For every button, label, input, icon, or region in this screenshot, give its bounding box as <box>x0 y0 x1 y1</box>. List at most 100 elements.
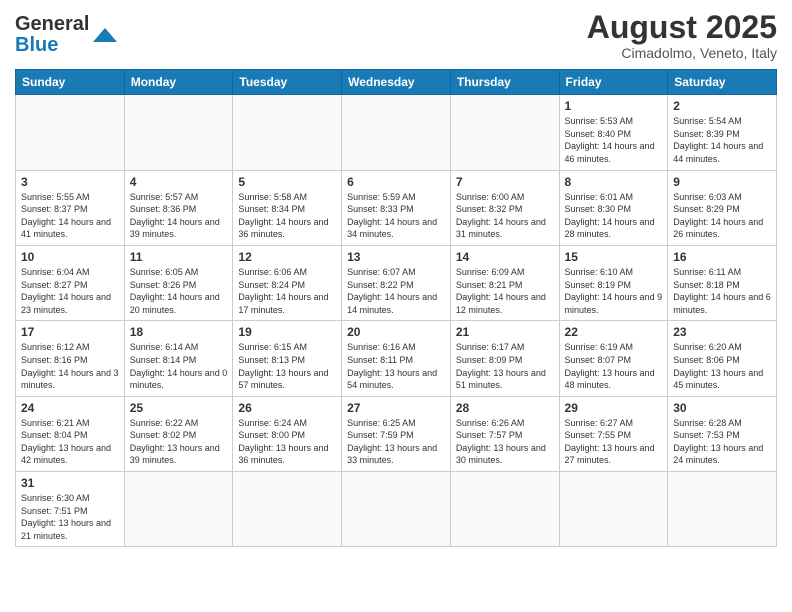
week-row-2: 3 Sunrise: 5:55 AM Sunset: 8:37 PM Daylig… <box>16 170 777 245</box>
day-number: 21 <box>456 325 554 339</box>
day-header-saturday: Saturday <box>668 70 777 95</box>
day-info: Sunrise: 6:04 AM Sunset: 8:27 PM Dayligh… <box>21 266 119 316</box>
day-info: Sunrise: 6:12 AM Sunset: 8:16 PM Dayligh… <box>21 341 119 391</box>
calendar-cell: 10 Sunrise: 6:04 AM Sunset: 8:27 PM Dayli… <box>16 245 125 320</box>
week-row-6: 31 Sunrise: 6:30 AM Sunset: 7:51 PM Dayli… <box>16 472 777 547</box>
day-number: 3 <box>21 175 119 189</box>
calendar-cell <box>342 95 451 170</box>
location-subtitle: Cimadolmo, Veneto, Italy <box>587 45 777 61</box>
day-header-tuesday: Tuesday <box>233 70 342 95</box>
calendar-cell <box>124 95 233 170</box>
day-header-friday: Friday <box>559 70 668 95</box>
calendar-cell: 30Sunrise: 6:28 AM Sunset: 7:53 PM Dayli… <box>668 396 777 471</box>
day-number: 7 <box>456 175 554 189</box>
calendar-cell <box>450 95 559 170</box>
day-info: Sunrise: 5:55 AM Sunset: 8:37 PM Dayligh… <box>21 191 119 241</box>
calendar-cell: 26 Sunrise: 6:24 AM Sunset: 8:00 PM Dayli… <box>233 396 342 471</box>
day-number: 2 <box>673 99 771 113</box>
day-number: 31 <box>21 476 119 490</box>
day-header-sunday: Sunday <box>16 70 125 95</box>
calendar-cell: 2Sunrise: 5:54 AM Sunset: 8:39 PM Daylig… <box>668 95 777 170</box>
calendar-page: General Blue August 2025 Cimadolmo, Vene… <box>0 0 792 557</box>
day-number: 13 <box>347 250 445 264</box>
day-number: 22 <box>565 325 663 339</box>
calendar-cell: 5 Sunrise: 5:58 AM Sunset: 8:34 PM Daylig… <box>233 170 342 245</box>
day-info: Sunrise: 6:24 AM Sunset: 8:00 PM Dayligh… <box>238 417 336 467</box>
day-number: 11 <box>130 250 228 264</box>
day-number: 23 <box>673 325 771 339</box>
day-info: Sunrise: 6:19 AM Sunset: 8:07 PM Dayligh… <box>565 341 663 391</box>
day-number: 24 <box>21 401 119 415</box>
calendar-cell: 17 Sunrise: 6:12 AM Sunset: 8:16 PM Dayli… <box>16 321 125 396</box>
day-number: 16 <box>673 250 771 264</box>
calendar-cell <box>668 472 777 547</box>
day-number: 27 <box>347 401 445 415</box>
day-info: Sunrise: 6:26 AM Sunset: 7:57 PM Dayligh… <box>456 417 554 467</box>
calendar-cell: 24 Sunrise: 6:21 AM Sunset: 8:04 PM Dayli… <box>16 396 125 471</box>
month-year-title: August 2025 <box>587 10 777 45</box>
day-info: Sunrise: 6:21 AM Sunset: 8:04 PM Dayligh… <box>21 417 119 467</box>
calendar-cell <box>233 95 342 170</box>
calendar-cell <box>233 472 342 547</box>
calendar-cell: 29 Sunrise: 6:27 AM Sunset: 7:55 PM Dayli… <box>559 396 668 471</box>
day-number: 6 <box>347 175 445 189</box>
day-info: Sunrise: 6:30 AM Sunset: 7:51 PM Dayligh… <box>21 492 119 542</box>
logo-icon <box>91 26 119 44</box>
day-number: 15 <box>565 250 663 264</box>
day-number: 26 <box>238 401 336 415</box>
day-number: 18 <box>130 325 228 339</box>
day-info: Sunrise: 6:28 AM Sunset: 7:53 PM Dayligh… <box>673 417 771 467</box>
calendar-cell: 28 Sunrise: 6:26 AM Sunset: 7:57 PM Dayli… <box>450 396 559 471</box>
calendar-cell: 3 Sunrise: 5:55 AM Sunset: 8:37 PM Daylig… <box>16 170 125 245</box>
day-info: Sunrise: 6:25 AM Sunset: 7:59 PM Dayligh… <box>347 417 445 467</box>
day-info: Sunrise: 6:05 AM Sunset: 8:26 PM Dayligh… <box>130 266 228 316</box>
calendar-cell: 15 Sunrise: 6:10 AM Sunset: 8:19 PM Dayli… <box>559 245 668 320</box>
day-info: Sunrise: 6:15 AM Sunset: 8:13 PM Dayligh… <box>238 341 336 391</box>
day-info: Sunrise: 6:06 AM Sunset: 8:24 PM Dayligh… <box>238 266 336 316</box>
calendar-cell: 11 Sunrise: 6:05 AM Sunset: 8:26 PM Dayli… <box>124 245 233 320</box>
day-info: Sunrise: 6:22 AM Sunset: 8:02 PM Dayligh… <box>130 417 228 467</box>
week-row-1: 1Sunrise: 5:53 AM Sunset: 8:40 PM Daylig… <box>16 95 777 170</box>
calendar-cell: 13 Sunrise: 6:07 AM Sunset: 8:22 PM Dayli… <box>342 245 451 320</box>
week-row-4: 17 Sunrise: 6:12 AM Sunset: 8:16 PM Dayli… <box>16 321 777 396</box>
week-row-5: 24 Sunrise: 6:21 AM Sunset: 8:04 PM Dayli… <box>16 396 777 471</box>
day-info: Sunrise: 5:59 AM Sunset: 8:33 PM Dayligh… <box>347 191 445 241</box>
day-info: Sunrise: 6:01 AM Sunset: 8:30 PM Dayligh… <box>565 191 663 241</box>
calendar-cell <box>559 472 668 547</box>
calendar-cell: 14Sunrise: 6:09 AM Sunset: 8:21 PM Dayli… <box>450 245 559 320</box>
calendar-cell: 12Sunrise: 6:06 AM Sunset: 8:24 PM Dayli… <box>233 245 342 320</box>
day-info: Sunrise: 5:53 AM Sunset: 8:40 PM Dayligh… <box>565 115 663 165</box>
week-row-3: 10 Sunrise: 6:04 AM Sunset: 8:27 PM Dayli… <box>16 245 777 320</box>
day-info: Sunrise: 6:00 AM Sunset: 8:32 PM Dayligh… <box>456 191 554 241</box>
day-info: Sunrise: 6:14 AM Sunset: 8:14 PM Dayligh… <box>130 341 228 391</box>
day-info: Sunrise: 6:20 AM Sunset: 8:06 PM Dayligh… <box>673 341 771 391</box>
day-number: 25 <box>130 401 228 415</box>
day-number: 29 <box>565 401 663 415</box>
day-info: Sunrise: 6:16 AM Sunset: 8:11 PM Dayligh… <box>347 341 445 391</box>
day-info: Sunrise: 6:27 AM Sunset: 7:55 PM Dayligh… <box>565 417 663 467</box>
calendar-cell: 25 Sunrise: 6:22 AM Sunset: 8:02 PM Dayli… <box>124 396 233 471</box>
calendar-cell: 31 Sunrise: 6:30 AM Sunset: 7:51 PM Dayli… <box>16 472 125 547</box>
calendar-table: SundayMondayTuesdayWednesdayThursdayFrid… <box>15 69 777 547</box>
day-number: 14 <box>456 250 554 264</box>
day-number: 5 <box>238 175 336 189</box>
day-header-thursday: Thursday <box>450 70 559 95</box>
calendar-cell <box>450 472 559 547</box>
calendar-cell: 8Sunrise: 6:01 AM Sunset: 8:30 PM Daylig… <box>559 170 668 245</box>
day-header-wednesday: Wednesday <box>342 70 451 95</box>
day-number: 28 <box>456 401 554 415</box>
calendar-cell <box>16 95 125 170</box>
title-area: August 2025 Cimadolmo, Veneto, Italy <box>587 10 777 61</box>
day-header-monday: Monday <box>124 70 233 95</box>
day-info: Sunrise: 6:10 AM Sunset: 8:19 PM Dayligh… <box>565 266 663 316</box>
day-number: 10 <box>21 250 119 264</box>
calendar-cell: 9Sunrise: 6:03 AM Sunset: 8:29 PM Daylig… <box>668 170 777 245</box>
day-info: Sunrise: 5:58 AM Sunset: 8:34 PM Dayligh… <box>238 191 336 241</box>
calendar-cell: 4Sunrise: 5:57 AM Sunset: 8:36 PM Daylig… <box>124 170 233 245</box>
calendar-cell: 21Sunrise: 6:17 AM Sunset: 8:09 PM Dayli… <box>450 321 559 396</box>
calendar-cell: 7 Sunrise: 6:00 AM Sunset: 8:32 PM Daylig… <box>450 170 559 245</box>
day-info: Sunrise: 6:03 AM Sunset: 8:29 PM Dayligh… <box>673 191 771 241</box>
day-info: Sunrise: 6:07 AM Sunset: 8:22 PM Dayligh… <box>347 266 445 316</box>
day-number: 17 <box>21 325 119 339</box>
logo: General Blue <box>15 10 119 56</box>
